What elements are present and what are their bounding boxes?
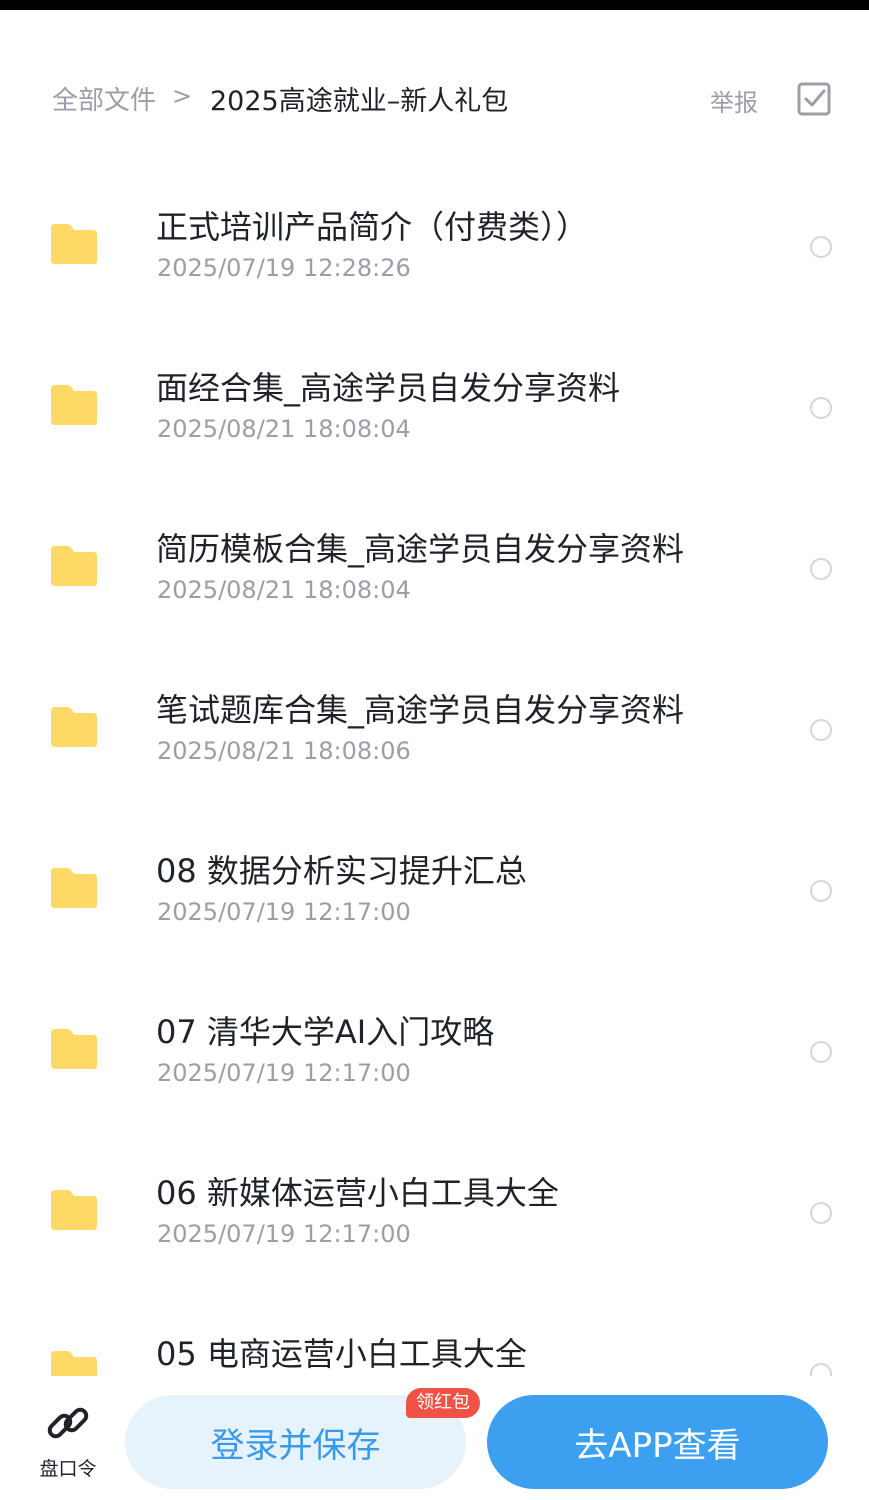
folder-icon (51, 546, 97, 586)
redpack-badge: 领红包 (406, 1388, 480, 1418)
status-bar (0, 0, 869, 10)
file-date: 2025/07/19 12:28:26 (157, 254, 411, 282)
file-name: 简历模板合集_高途学员自发分享资料 (156, 530, 685, 568)
file-name: 06 新媒体运营小白工具大全 (156, 1174, 559, 1212)
open-app-button[interactable]: 去APP查看 (487, 1395, 828, 1489)
breadcrumb-current: 2025高途就业–新人礼包 (210, 86, 509, 117)
file-name: 05 电商运营小白工具大全 (156, 1335, 527, 1373)
select-radio[interactable] (810, 719, 832, 741)
file-row[interactable]: 05 电商运营小白工具大全 (0, 1293, 869, 1376)
folder-icon (51, 868, 97, 908)
folder-icon (51, 224, 97, 264)
breadcrumb-separator: > (172, 82, 193, 110)
file-name: 笔试题库合集_高途学员自发分享资料 (156, 691, 685, 729)
select-radio[interactable] (810, 558, 832, 580)
file-name: 08 数据分析实习提升汇总 (156, 852, 527, 890)
file-row[interactable]: 正式培训产品简介（付费类）） 2025/07/19 12:28:26 (0, 166, 869, 327)
folder-icon (51, 1190, 97, 1230)
breadcrumb-root[interactable]: 全部文件 (52, 80, 156, 117)
report-button[interactable]: 举报 (710, 83, 758, 118)
folder-icon (51, 1351, 97, 1376)
file-row[interactable]: 08 数据分析实习提升汇总 2025/07/19 12:17:00 (0, 810, 869, 971)
file-date: 2025/07/19 12:17:00 (157, 1059, 411, 1087)
select-radio[interactable] (810, 1202, 832, 1224)
select-radio[interactable] (810, 1041, 832, 1063)
select-radio[interactable] (810, 1363, 832, 1376)
share-code-button[interactable]: 盘口令 (30, 1396, 106, 1486)
file-name: 07 清华大学AI入门攻略 (156, 1013, 495, 1051)
select-radio[interactable] (810, 880, 832, 902)
file-name: 正式培训产品简介（付费类）） (156, 208, 589, 246)
file-row[interactable]: 07 清华大学AI入门攻略 2025/07/19 12:17:00 (0, 971, 869, 1132)
file-list: 正式培训产品简介（付费类）） 2025/07/19 12:28:26 面经合集_… (0, 166, 869, 1376)
file-row[interactable]: 面经合集_高途学员自发分享资料 2025/08/21 18:08:04 (0, 327, 869, 488)
select-radio[interactable] (810, 236, 832, 258)
file-date: 2025/08/21 18:08:04 (157, 415, 411, 443)
share-code-label: 盘口令 (39, 1458, 97, 1480)
folder-icon (51, 707, 97, 747)
file-row[interactable]: 06 新媒体运营小白工具大全 2025/07/19 12:17:00 (0, 1132, 869, 1293)
file-row[interactable]: 简历模板合集_高途学员自发分享资料 2025/08/21 18:08:04 (0, 488, 869, 649)
folder-icon (51, 385, 97, 425)
file-name: 面经合集_高途学员自发分享资料 (156, 369, 621, 407)
header: 全部文件 > 2025高途就业–新人礼包 举报 (0, 60, 869, 134)
bottom-bar: 盘口令 登录并保存 领红包 去APP查看 (0, 1376, 869, 1500)
file-date: 2025/07/19 12:17:00 (157, 1220, 411, 1248)
link-icon (47, 1407, 89, 1439)
file-date: 2025/08/21 18:08:04 (157, 576, 411, 604)
folder-icon (51, 1029, 97, 1069)
select-radio[interactable] (810, 397, 832, 419)
file-row[interactable]: 笔试题库合集_高途学员自发分享资料 2025/08/21 18:08:06 (0, 649, 869, 810)
file-date: 2025/07/19 12:17:00 (157, 898, 411, 926)
checkbox-icon[interactable] (797, 82, 831, 116)
file-date: 2025/08/21 18:08:06 (157, 737, 411, 765)
